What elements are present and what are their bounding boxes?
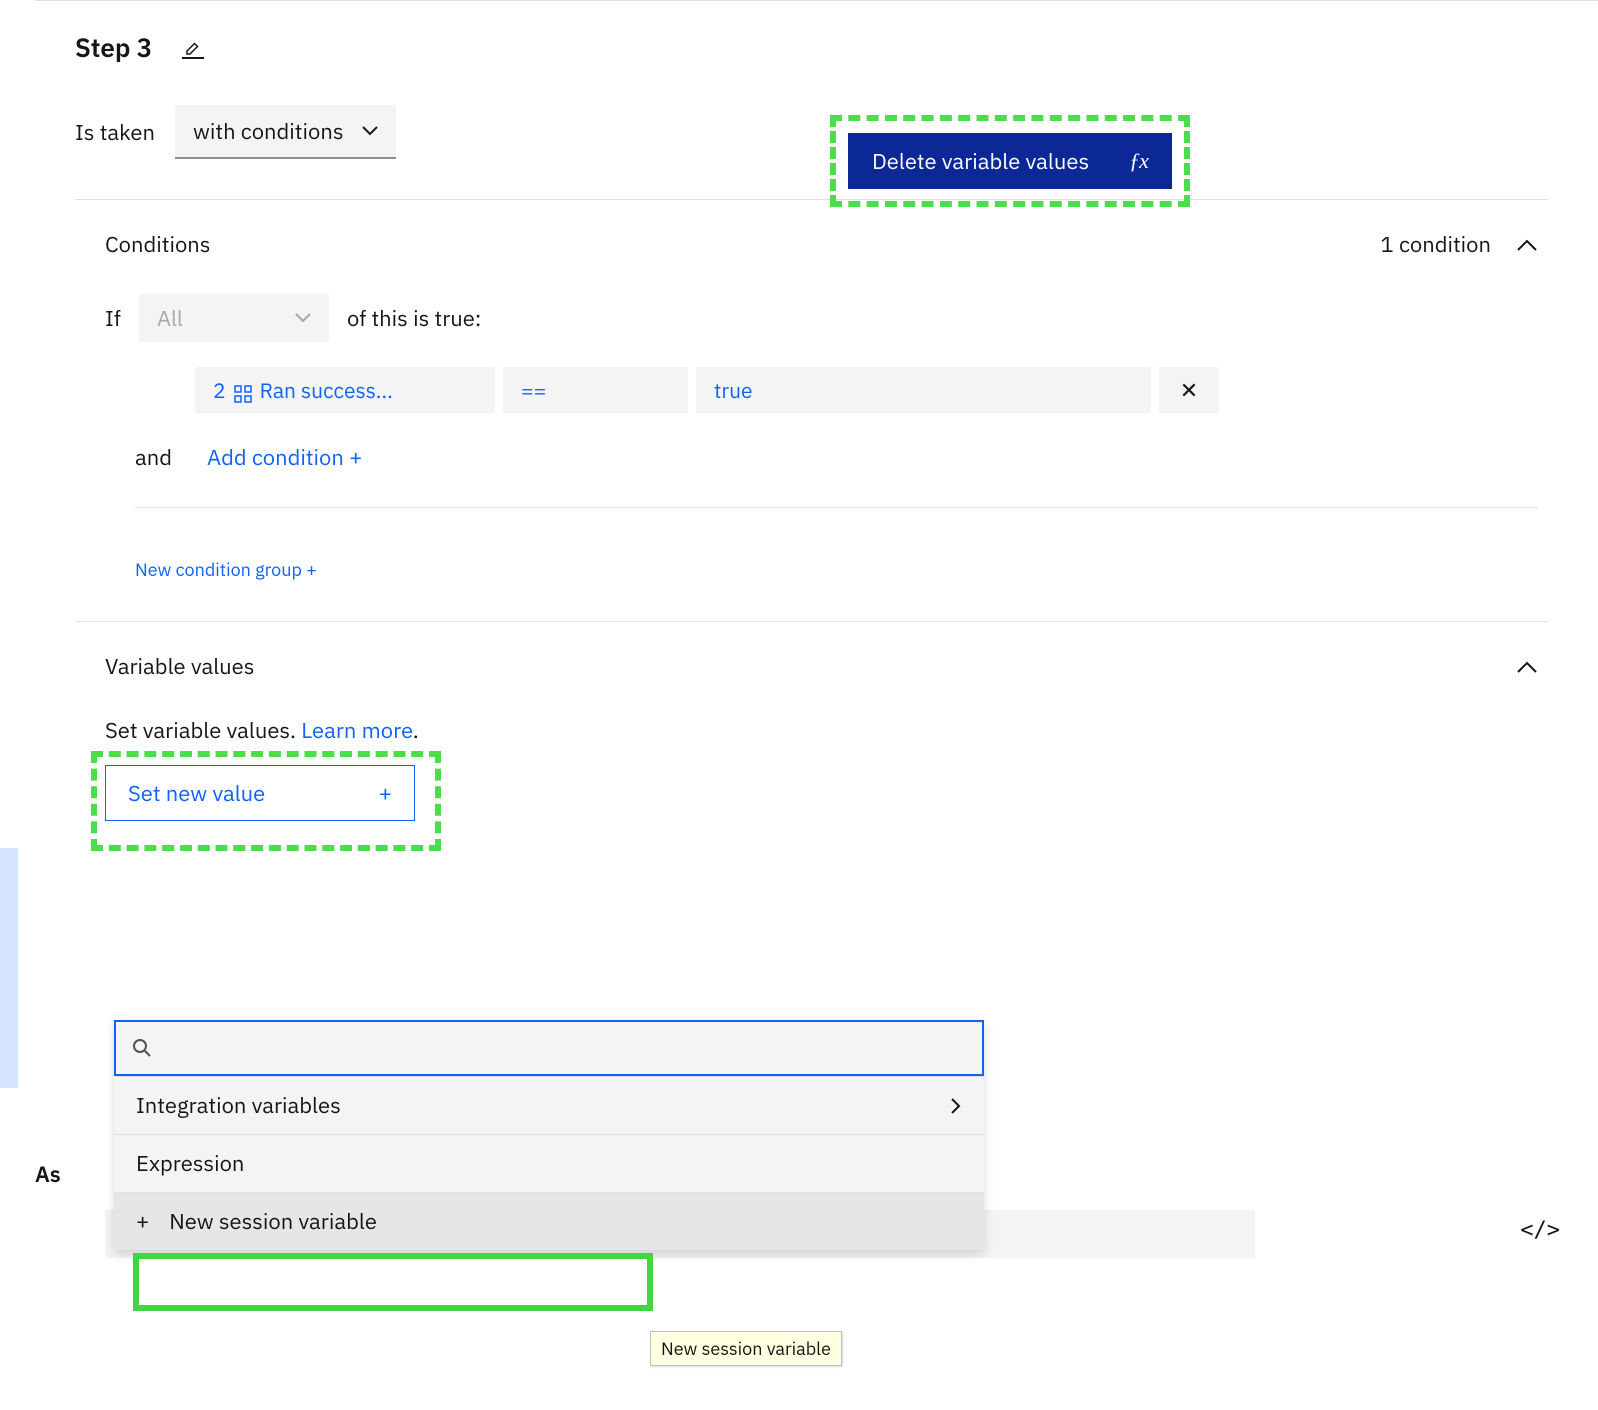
variable-values-description: Set variable values. Learn more. — [105, 716, 1538, 745]
quantifier-label: All — [157, 304, 183, 333]
close-icon: ✕ — [1180, 376, 1198, 405]
tooltip: New session variable — [650, 1331, 842, 1366]
plus-icon: + — [136, 1211, 149, 1233]
chevron-right-icon — [950, 1097, 962, 1115]
condition-right-operand[interactable]: true — [696, 367, 1151, 413]
variable-values-section: Variable values Set variable values. Lea… — [75, 652, 1548, 865]
step-header: Step 3 — [75, 31, 1548, 65]
variable-values-title: Variable values — [105, 652, 254, 681]
is-taken-row: Is taken with conditions — [75, 105, 1548, 159]
popover-item-integration-variables[interactable]: Integration variables — [114, 1076, 984, 1134]
conditions-section: Conditions 1 condition If All of this is… — [75, 230, 1548, 581]
divider — [135, 507, 1538, 508]
conditions-header[interactable]: Conditions 1 condition — [105, 230, 1538, 259]
condition-delete-button[interactable]: ✕ — [1159, 367, 1219, 413]
variable-values-header[interactable]: Variable values — [105, 652, 1538, 681]
new-condition-group-button[interactable]: New condition group + — [135, 558, 317, 581]
action-chip-highlight: Delete variable values ƒx — [830, 115, 1190, 207]
edit-icon[interactable] — [182, 37, 204, 59]
variable-search-row[interactable] — [114, 1020, 984, 1076]
step-action-label: Delete variable values — [872, 147, 1089, 176]
and-label: and — [135, 443, 172, 472]
chevron-down-icon — [362, 126, 378, 136]
variable-ref-icon — [234, 381, 252, 399]
divider — [75, 199, 1548, 200]
is-taken-dropdown[interactable]: with conditions — [175, 105, 396, 159]
is-taken-dropdown-label: with conditions — [193, 117, 344, 146]
conditions-count: 1 condition — [1381, 230, 1491, 259]
condition-left-text: Ran success... — [260, 376, 393, 404]
conditions-title: Conditions — [105, 230, 211, 259]
set-new-value-label: Set new value — [128, 779, 265, 808]
set-new-value-button[interactable]: Set new value + — [105, 765, 415, 821]
chevron-up-icon[interactable] — [1516, 660, 1538, 674]
if-row: If All of this is true: — [105, 294, 1538, 342]
chevron-down-icon — [295, 313, 311, 323]
variable-picker-popover: Integration variables Expression + New s… — [114, 1020, 984, 1250]
is-taken-label: Is taken — [75, 118, 155, 147]
plus-icon: + — [379, 779, 392, 808]
fx-icon[interactable]: ƒx — [1129, 148, 1148, 174]
popover-item-label: New session variable — [169, 1207, 377, 1236]
code-toggle-button[interactable]: </> — [1520, 1218, 1560, 1243]
and-row: and Add condition + — [135, 443, 1538, 472]
popover-item-label: Integration variables — [136, 1091, 341, 1120]
search-icon — [132, 1038, 152, 1058]
step-panel: Step 3 Is taken with conditions Conditio… — [35, 0, 1598, 895]
chevron-up-icon[interactable] — [1516, 238, 1538, 252]
set-new-value-wrap: Set new value + — [105, 765, 455, 865]
quantifier-dropdown[interactable]: All — [139, 294, 329, 342]
divider — [75, 621, 1548, 622]
step-action-chip[interactable]: Delete variable values ƒx — [848, 133, 1172, 189]
popover-item-new-session-variable[interactable]: + New session variable — [114, 1192, 984, 1250]
step-title: Step 3 — [75, 31, 152, 65]
highlight-box — [133, 1253, 653, 1311]
if-label: If — [105, 304, 121, 333]
selection-indicator — [0, 848, 18, 1088]
assistant-says-label: As — [35, 1160, 61, 1189]
variable-search-input[interactable] — [166, 1037, 966, 1060]
add-condition-button[interactable]: Add condition + — [207, 443, 362, 472]
of-true-label: of this is true: — [347, 304, 481, 333]
condition-row: 2 Ran success... == true ✕ — [195, 367, 1538, 413]
popover-item-label: Expression — [136, 1149, 244, 1178]
condition-operator[interactable]: == — [503, 367, 688, 413]
popover-item-expression[interactable]: Expression — [114, 1134, 984, 1192]
condition-step-ref: 2 — [213, 376, 226, 404]
condition-left-operand[interactable]: 2 Ran success... — [195, 367, 495, 413]
learn-more-link[interactable]: Learn more — [301, 716, 413, 745]
